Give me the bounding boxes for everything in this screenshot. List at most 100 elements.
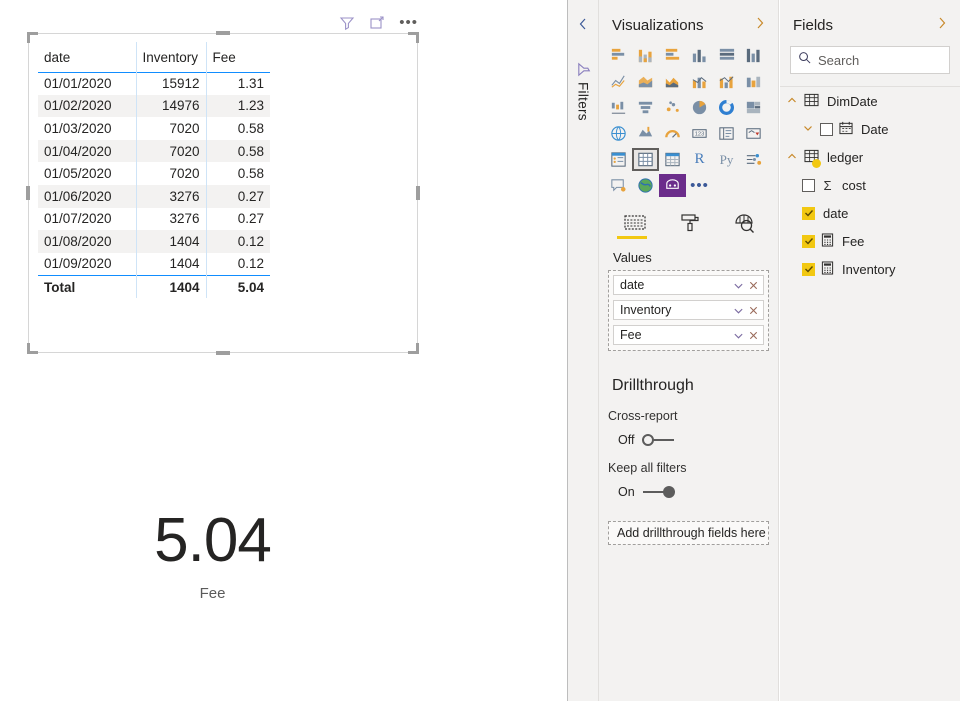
table-row[interactable]: 01/02/2020 14976 1.23 bbox=[38, 94, 270, 118]
clustered-column-chart-icon[interactable] bbox=[686, 44, 713, 67]
chevron-up-icon[interactable] bbox=[786, 94, 798, 109]
column-header-date[interactable]: date bbox=[38, 42, 136, 72]
key-influencers-icon[interactable] bbox=[740, 148, 767, 171]
cross-report-state: Off bbox=[618, 433, 635, 447]
resize-handle-top[interactable] bbox=[216, 31, 230, 35]
fields-tab[interactable] bbox=[617, 211, 647, 241]
area-chart-icon[interactable] bbox=[632, 70, 659, 93]
ribbon-chart-icon[interactable] bbox=[740, 70, 767, 93]
multi-row-card-icon[interactable] bbox=[713, 122, 740, 145]
column-header-fee[interactable]: Fee bbox=[205, 42, 270, 72]
chevron-down-icon[interactable] bbox=[802, 122, 814, 137]
hundred-percent-stacked-bar-icon[interactable] bbox=[713, 44, 740, 67]
table-row[interactable]: 01/07/2020 3276 0.27 bbox=[38, 207, 270, 231]
arcgis-map-icon[interactable] bbox=[632, 174, 659, 197]
chevron-right-icon[interactable] bbox=[754, 16, 766, 34]
matrix-icon[interactable] bbox=[659, 148, 686, 171]
table-row[interactable]: 01/03/2020 7020 0.58 bbox=[38, 117, 270, 140]
field-item-cost[interactable]: Σcost bbox=[780, 171, 960, 199]
more-options-button[interactable]: ••• bbox=[399, 15, 418, 30]
field-checkbox-checked[interactable] bbox=[802, 206, 815, 220]
format-tab[interactable] bbox=[671, 211, 701, 241]
field-item-fee[interactable]: Fee bbox=[780, 227, 960, 255]
drillthrough-drop-zone[interactable]: Add drillthrough fields here bbox=[608, 521, 769, 545]
fields-table-ledger[interactable]: ledger bbox=[780, 143, 960, 171]
stacked-bar-chart-icon[interactable] bbox=[605, 44, 632, 67]
values-field-item[interactable]: date bbox=[613, 275, 764, 295]
table-row[interactable]: 01/06/2020 3276 0.27 bbox=[38, 184, 270, 208]
fields-search-box[interactable] bbox=[790, 46, 950, 74]
field-item-date[interactable]: date bbox=[780, 199, 960, 227]
scatter-chart-icon[interactable] bbox=[659, 96, 686, 119]
r-script-visual-icon[interactable]: R bbox=[686, 148, 713, 171]
card-icon[interactable]: 123 bbox=[686, 122, 713, 145]
field-checkbox[interactable] bbox=[820, 122, 833, 136]
pie-chart-icon[interactable] bbox=[686, 96, 713, 119]
field-checkbox[interactable] bbox=[802, 178, 815, 192]
table-row[interactable]: 01/08/2020 1404 0.12 bbox=[38, 230, 270, 253]
close-x-icon[interactable] bbox=[748, 280, 759, 291]
hundred-percent-stacked-column-icon[interactable] bbox=[740, 44, 767, 67]
column-header-inventory[interactable]: Inventory bbox=[135, 42, 206, 72]
table-icon[interactable] bbox=[632, 148, 659, 171]
table-row[interactable]: 01/05/2020 7020 0.58 bbox=[38, 162, 270, 185]
values-field-item[interactable]: Fee bbox=[613, 325, 764, 345]
chevron-up-icon[interactable] bbox=[786, 150, 798, 165]
table-row[interactable]: 01/09/2020 1404 0.12 bbox=[38, 252, 270, 276]
resize-handle-right[interactable] bbox=[416, 186, 420, 200]
table-visual[interactable]: ••• date Inventory Fee 01/01/2020 15912 … bbox=[26, 15, 420, 355]
close-x-icon[interactable] bbox=[748, 330, 759, 341]
chevron-left-icon[interactable] bbox=[577, 17, 589, 36]
focus-mode-icon[interactable] bbox=[369, 15, 385, 31]
paint-roller-icon bbox=[681, 213, 699, 231]
cell-inventory: 15912 bbox=[135, 72, 206, 95]
field-item-date[interactable]: Date bbox=[780, 115, 960, 143]
search-input[interactable] bbox=[818, 52, 938, 68]
clustered-bar-chart-icon[interactable] bbox=[659, 44, 686, 67]
cell-date: 01/08/2020 bbox=[38, 230, 136, 253]
keep-all-filters-toggle[interactable] bbox=[642, 485, 675, 499]
paginated-report-icon[interactable] bbox=[659, 174, 686, 197]
python-visual-icon[interactable]: Py bbox=[713, 148, 740, 171]
chevron-right-icon[interactable] bbox=[936, 16, 948, 34]
filters-pane-collapsed[interactable]: Filters bbox=[568, 0, 599, 701]
donut-chart-icon[interactable] bbox=[713, 96, 740, 119]
field-item-inventory[interactable]: Inventory bbox=[780, 255, 960, 283]
chevron-down-icon[interactable] bbox=[733, 330, 744, 341]
data-table[interactable]: date Inventory Fee 01/01/2020 15912 1.31 01… bbox=[38, 42, 270, 298]
resize-handle-left[interactable] bbox=[26, 186, 30, 200]
waterfall-chart-icon[interactable] bbox=[605, 96, 632, 119]
card-label: Fee bbox=[199, 585, 226, 603]
chevron-down-icon[interactable] bbox=[733, 280, 744, 291]
line-stacked-column-icon[interactable] bbox=[686, 70, 713, 93]
more-visuals-icon[interactable]: ••• bbox=[686, 174, 713, 197]
fields-table-dimdate[interactable]: DimDate bbox=[780, 87, 960, 115]
map-icon[interactable] bbox=[605, 122, 632, 145]
table-row[interactable]: 01/04/2020 7020 0.58 bbox=[38, 139, 270, 163]
kpi-icon[interactable] bbox=[740, 122, 767, 145]
report-canvas[interactable]: ••• date Inventory Fee 01/01/2020 15912 … bbox=[0, 0, 567, 701]
field-checkbox-checked[interactable] bbox=[802, 234, 815, 248]
line-clustered-column-icon[interactable] bbox=[713, 70, 740, 93]
smart-narrative-icon[interactable] bbox=[605, 174, 632, 197]
values-field-item[interactable]: Inventory bbox=[613, 300, 764, 320]
field-checkbox-checked[interactable] bbox=[802, 262, 815, 276]
svg-text:123: 123 bbox=[695, 132, 705, 138]
treemap-icon[interactable] bbox=[740, 96, 767, 119]
filled-map-icon[interactable] bbox=[632, 122, 659, 145]
close-x-icon[interactable] bbox=[748, 305, 759, 316]
stacked-column-chart-icon[interactable] bbox=[632, 44, 659, 67]
analytics-tab[interactable] bbox=[725, 211, 755, 241]
gauge-icon[interactable] bbox=[659, 122, 686, 145]
funnel-chart-icon[interactable] bbox=[632, 96, 659, 119]
resize-handle-bottom[interactable] bbox=[216, 351, 230, 355]
filter-funnel-icon[interactable] bbox=[339, 15, 355, 31]
line-chart-icon[interactable] bbox=[605, 70, 632, 93]
chevron-down-icon[interactable] bbox=[733, 305, 744, 316]
table-row[interactable]: 01/01/2020 15912 1.31 bbox=[38, 72, 270, 95]
card-visual[interactable]: 5.04 Fee bbox=[60, 495, 365, 615]
stacked-area-chart-icon[interactable] bbox=[659, 70, 686, 93]
cross-report-toggle[interactable] bbox=[642, 433, 675, 447]
values-field-well[interactable]: date Inventory Fee bbox=[608, 270, 769, 351]
slicer-icon[interactable] bbox=[605, 148, 632, 171]
